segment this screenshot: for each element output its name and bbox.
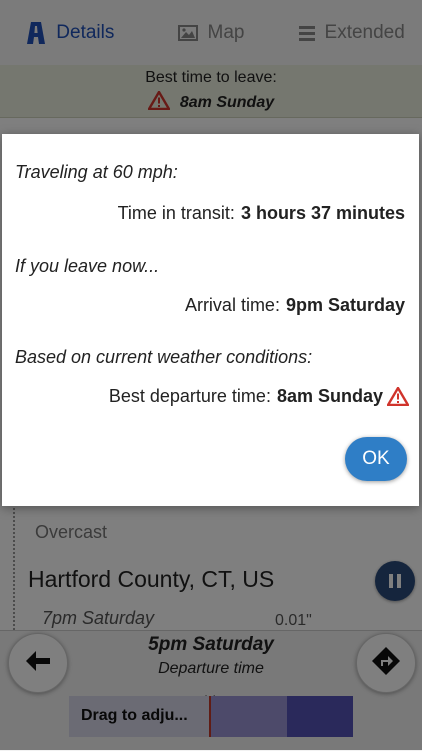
transit-row: Time in transit: 3 hours 37 minutes bbox=[118, 203, 405, 224]
weather-conditions-label: Based on current weather conditions: bbox=[15, 347, 313, 367]
arrival-value: 9pm Saturday bbox=[285, 295, 405, 315]
traveling-speed-label: Traveling at 60 mph: bbox=[15, 162, 178, 182]
best-departure-value: 8am Sunday bbox=[276, 386, 383, 406]
transit-label: Time in transit: bbox=[117, 203, 235, 223]
best-departure-row: Best departure time: 8am Sunday bbox=[109, 386, 409, 407]
warning-icon bbox=[387, 387, 409, 406]
arrival-label: Arrival time: bbox=[184, 295, 280, 315]
ok-button[interactable]: OK bbox=[345, 437, 407, 481]
transit-value: 3 hours 37 minutes bbox=[240, 203, 405, 223]
leave-now-label: If you leave now... bbox=[15, 256, 160, 276]
travel-info-dialog: Traveling at 60 mph: Time in transit: 3 … bbox=[2, 134, 419, 506]
best-departure-label: Best departure time: bbox=[108, 386, 271, 406]
arrival-row: Arrival time: 9pm Saturday bbox=[185, 295, 405, 316]
